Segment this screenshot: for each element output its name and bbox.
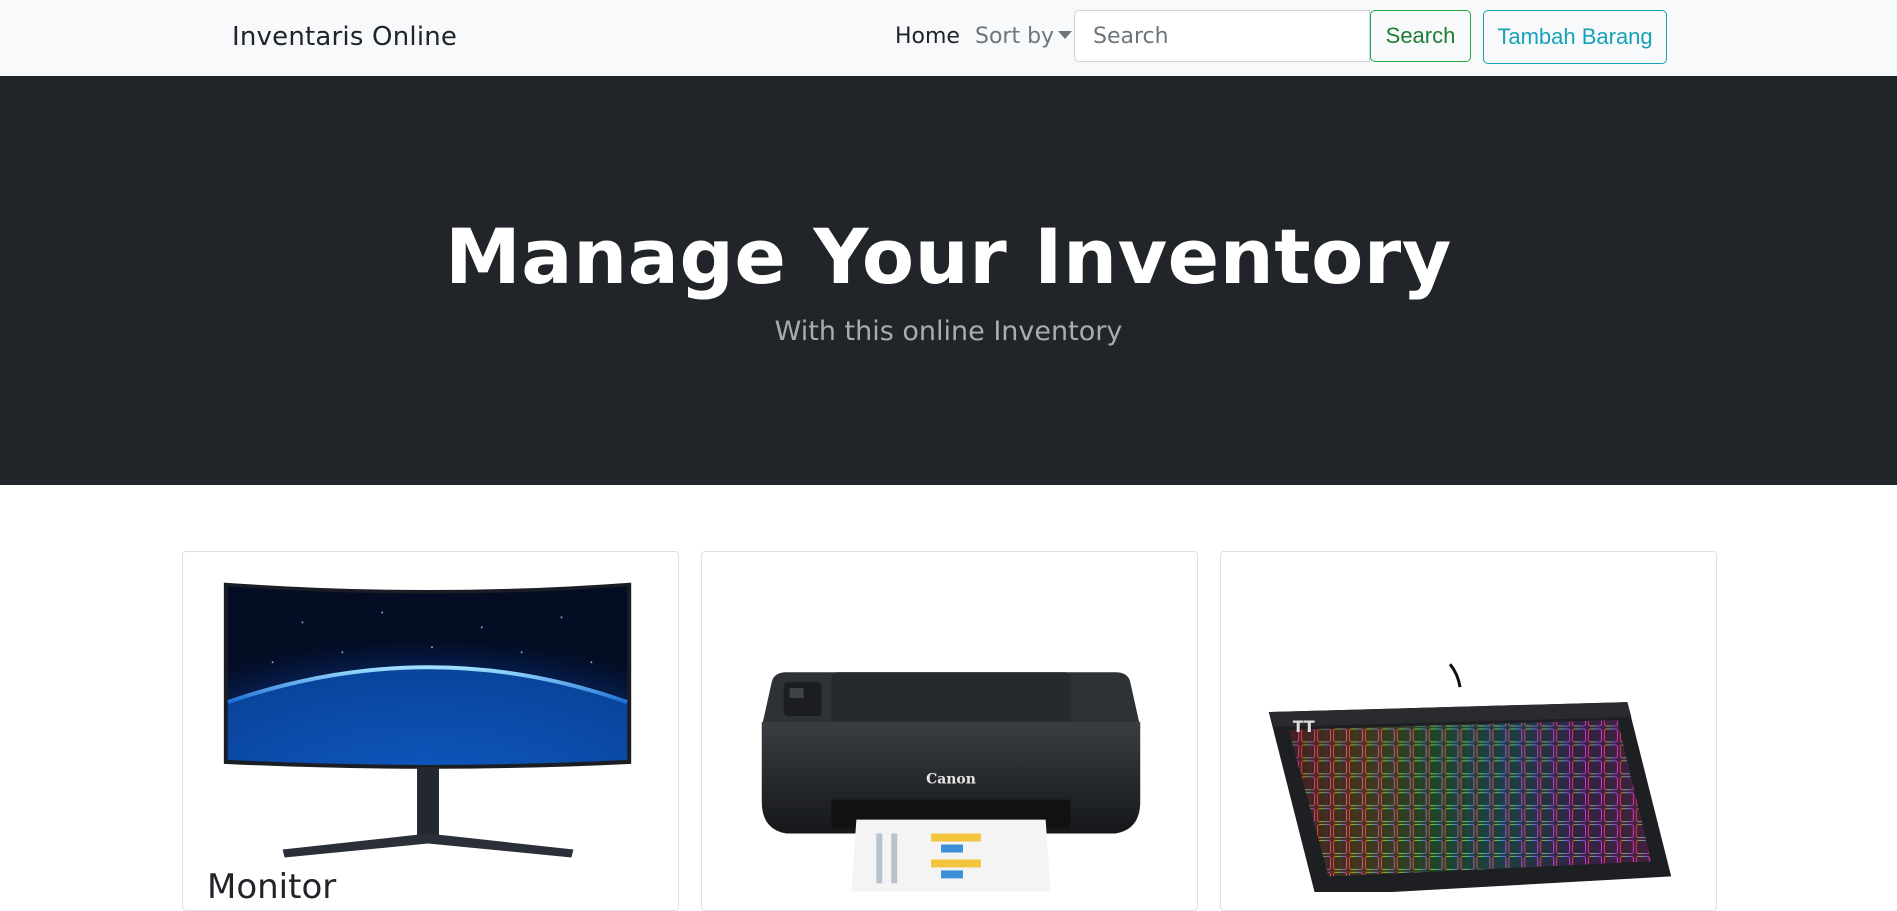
- svg-text:TT: TT: [1293, 717, 1315, 736]
- navbar: Inventaris Online Home Sort by Search Ta…: [0, 0, 1897, 76]
- sort-by-label: Sort by: [975, 24, 1055, 49]
- printer-image: Canon: [761, 672, 1141, 892]
- add-item-button[interactable]: Tambah Barang: [1483, 10, 1667, 64]
- rgb-keyboard-image: TT: [1268, 663, 1672, 892]
- card-title: Monitor: [207, 867, 337, 907]
- hero-subtitle: With this online Inventory: [774, 316, 1123, 347]
- printer-brand-logo: Canon: [926, 772, 976, 788]
- search-button[interactable]: Search: [1370, 10, 1471, 62]
- brand-link[interactable]: Inventaris Online: [232, 22, 457, 52]
- curved-monitor-image: [223, 582, 632, 858]
- sort-by-dropdown[interactable]: Sort by: [975, 24, 1073, 49]
- search-input[interactable]: [1074, 10, 1370, 62]
- caret-down-icon: [1058, 31, 1073, 39]
- product-card: Canon: [701, 551, 1198, 911]
- product-card: TT: [1220, 551, 1717, 911]
- product-card: Monitor: [182, 551, 679, 911]
- hero-title: Manage Your Inventory: [445, 212, 1452, 301]
- nav-home-link[interactable]: Home: [895, 24, 960, 49]
